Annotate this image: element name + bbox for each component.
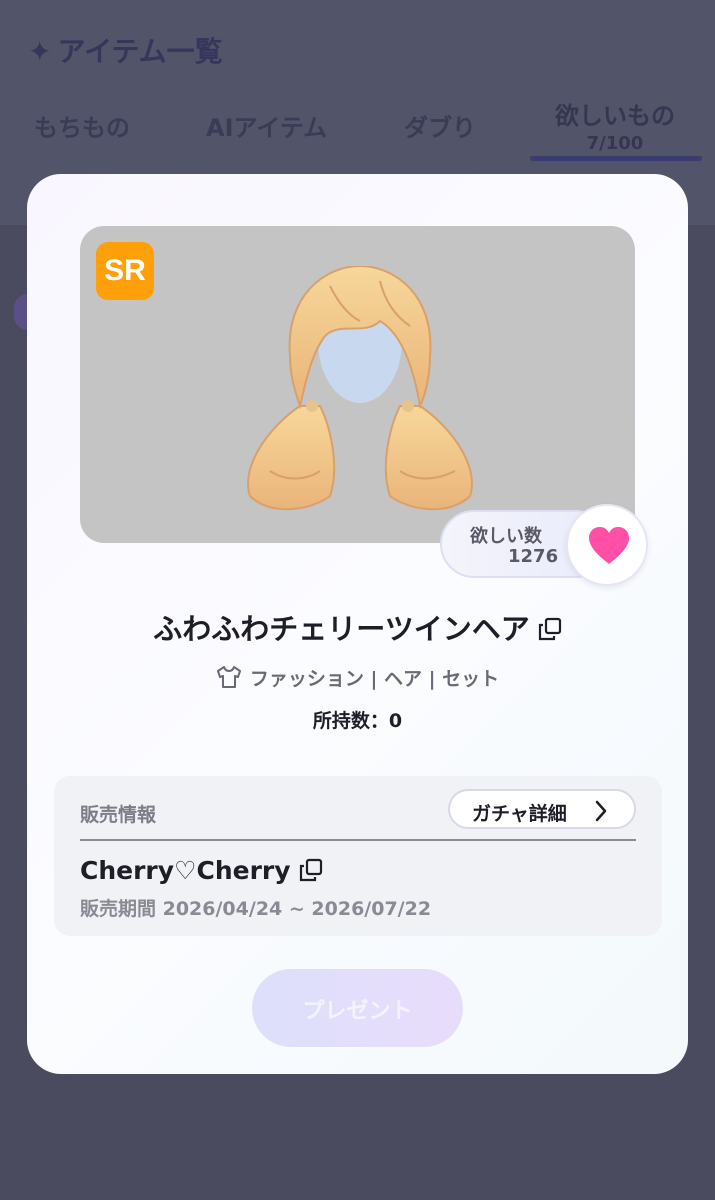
- category-text: ファッション | ヘア | セット: [249, 668, 500, 690]
- item-name: ふわふわチェリーツインヘア: [153, 612, 530, 646]
- tab-ai-items[interactable]: AIアイテム: [206, 108, 327, 143]
- wish-count-label: 欲しい数: [470, 526, 542, 547]
- sales-info-card: 販売情報 ガチャ詳細 Cherry♡Cherry 販売期間 2026/04/24…: [54, 776, 662, 936]
- sparkle-icon: ✦: [28, 35, 52, 68]
- item-preview: SR: [80, 226, 635, 543]
- copy-icon[interactable]: [299, 858, 323, 888]
- tab-bar: もちもの AIアイテム ダブり 欲しいもの 7/100: [0, 92, 715, 162]
- present-button-label: プレゼント: [302, 999, 413, 1024]
- copy-icon[interactable]: [538, 614, 562, 648]
- wishlist-heart-button[interactable]: [566, 504, 648, 586]
- tab-wishlist-count: 7/100: [586, 133, 644, 154]
- shirt-icon: [216, 665, 242, 694]
- present-button[interactable]: プレゼント: [252, 969, 463, 1047]
- tab-wishlist[interactable]: 欲しいもの 7/100: [535, 96, 695, 154]
- wish-count-value: 1276: [508, 546, 559, 567]
- active-tab-indicator: [530, 156, 702, 161]
- gacha-name-text: Cherry♡Cherry: [80, 856, 291, 885]
- tab-mochimono[interactable]: もちもの: [34, 108, 130, 143]
- heart-icon: [589, 527, 629, 564]
- chevron-right-icon: [595, 800, 607, 822]
- item-detail-modal: SR 欲しい数 1276 ふわふわチェリーツインヘア ファッション | ヘア |…: [27, 174, 688, 1074]
- item-category: ファッション | ヘア | セット: [27, 664, 688, 694]
- page-title-text: アイテム一覧: [57, 35, 223, 68]
- rarity-badge: SR: [96, 242, 154, 300]
- owned-count: 所持数：0: [312, 710, 403, 732]
- page-title: ✦ アイテム一覧: [28, 30, 223, 70]
- item-title: ふわふわチェリーツインヘア: [27, 606, 688, 648]
- tab-wishlist-label: 欲しいもの: [555, 102, 675, 130]
- hair-item-image: [247, 266, 473, 511]
- gacha-detail-label: ガチャ詳細: [472, 803, 567, 825]
- gacha-name: Cherry♡Cherry: [80, 856, 323, 888]
- gacha-detail-button[interactable]: ガチャ詳細: [448, 789, 636, 829]
- sales-info-heading: 販売情報: [80, 804, 157, 826]
- divider: [80, 839, 636, 841]
- tab-duplicates[interactable]: ダブり: [404, 108, 476, 143]
- sale-period: 販売期間 2026/04/24 ~ 2026/07/22: [80, 898, 432, 920]
